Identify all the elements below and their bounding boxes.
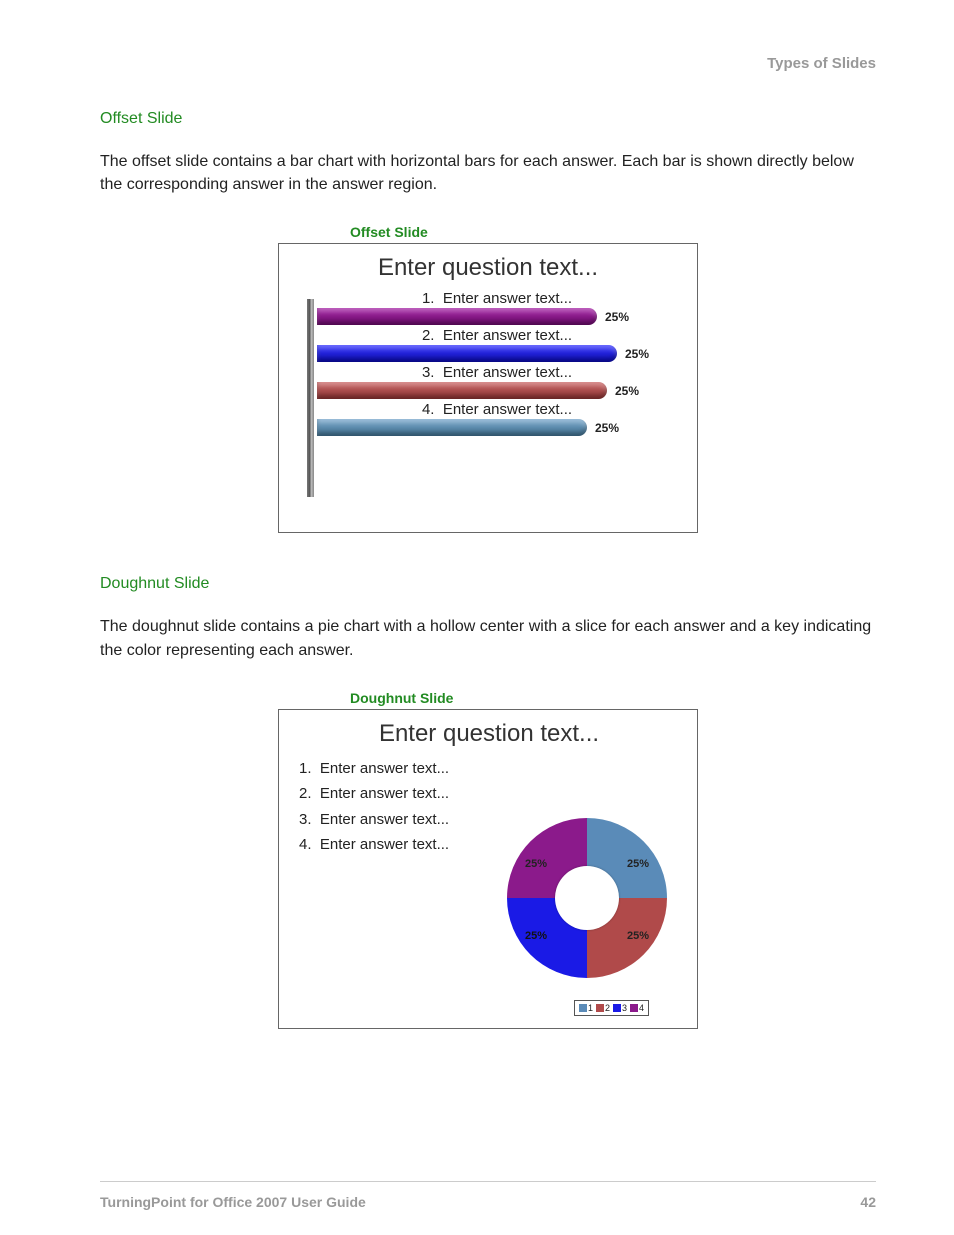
- answer-label: 2. Enter answer text...: [317, 327, 677, 344]
- doughnut-slide-title: Enter question text...: [299, 720, 679, 748]
- bar-row: 3. Enter answer text... 25%: [317, 364, 677, 399]
- bar-4: [317, 419, 587, 436]
- slice-label: 25%: [627, 858, 649, 870]
- answer-label: 3. Enter answer text...: [317, 364, 677, 381]
- slice-label: 25%: [525, 930, 547, 942]
- footer-page-number: 42: [860, 1194, 876, 1210]
- legend-item: 2: [596, 1003, 610, 1013]
- figure-doughnut: Doughnut Slide Enter question text... 1.…: [100, 690, 876, 1029]
- heading-offset: Offset Slide: [100, 110, 876, 128]
- bar-2: [317, 345, 617, 362]
- answer-label: 1. Enter answer text...: [317, 290, 677, 307]
- figure-caption-doughnut: Doughnut Slide: [350, 690, 453, 706]
- doughnut-hole: [555, 866, 619, 930]
- offset-bars: 1. Enter answer text... 25% 2. Enter ans…: [317, 290, 677, 436]
- chart-legend: 1 2 3 4: [574, 1000, 649, 1016]
- doughnut-slide-preview: Enter question text... 1. Enter answer t…: [278, 709, 698, 1029]
- bar-3: [317, 382, 607, 399]
- body-offset: The offset slide contains a bar chart wi…: [100, 150, 876, 196]
- offset-slide-preview: Enter question text... 1. Enter answer t…: [278, 243, 698, 533]
- slice-label: 25%: [525, 858, 547, 870]
- page-header: Types of Slides: [100, 55, 876, 72]
- figure-offset: Offset Slide Enter question text... 1. E…: [100, 224, 876, 533]
- page: Types of Slides Offset Slide The offset …: [0, 0, 954, 1235]
- offset-slide-title: Enter question text...: [299, 254, 677, 282]
- bar-row: 1. Enter answer text... 25%: [317, 290, 677, 325]
- list-item: 1. Enter answer text...: [299, 756, 679, 782]
- legend-item: 4: [630, 1003, 644, 1013]
- footer-doc-title: TurningPoint for Office 2007 User Guide: [100, 1194, 366, 1210]
- bar-pct: 25%: [615, 384, 639, 398]
- chart-axis: [307, 299, 314, 497]
- bar-pct: 25%: [595, 421, 619, 435]
- page-footer: TurningPoint for Office 2007 User Guide …: [100, 1181, 876, 1210]
- doughnut-chart: 25% 25% 25% 25%: [507, 818, 667, 978]
- answer-label: 4. Enter answer text...: [317, 401, 677, 418]
- figure-caption-offset: Offset Slide: [350, 224, 428, 240]
- body-doughnut: The doughnut slide contains a pie chart …: [100, 615, 876, 661]
- bar-1: [317, 308, 597, 325]
- bar-row: 2. Enter answer text... 25%: [317, 327, 677, 362]
- heading-doughnut: Doughnut Slide: [100, 575, 876, 593]
- list-item: 2. Enter answer text...: [299, 781, 679, 807]
- bar-pct: 25%: [605, 310, 629, 324]
- doughnut-ring: [507, 818, 667, 978]
- legend-item: 1: [579, 1003, 593, 1013]
- section-name: Types of Slides: [767, 55, 876, 72]
- legend-item: 3: [613, 1003, 627, 1013]
- slice-label: 25%: [627, 930, 649, 942]
- bar-pct: 25%: [625, 347, 649, 361]
- bar-row: 4. Enter answer text... 25%: [317, 401, 677, 436]
